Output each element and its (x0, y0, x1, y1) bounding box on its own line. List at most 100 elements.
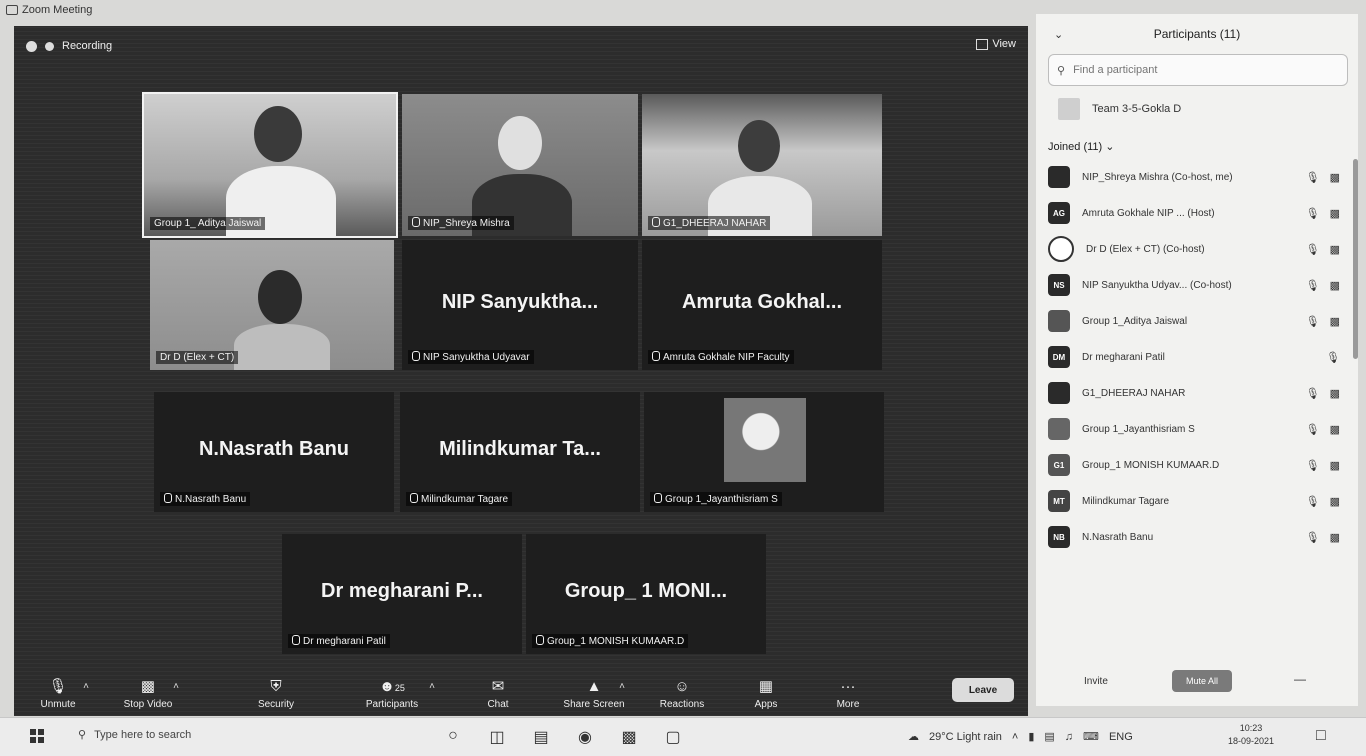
participant-search-input[interactable] (1071, 63, 1296, 77)
video-off-icon: ▩ (1329, 532, 1340, 544)
video-camera-icon: ▩ (140, 678, 156, 695)
avatar-tile[interactable]: Group_ 1 MONI... Group_1 MONISH KUMAAR.D (526, 534, 766, 654)
view-label: View (992, 38, 1016, 50)
participant-name: Dr megharani Patil (1082, 351, 1165, 363)
chevron-up-icon[interactable]: ˄ (83, 681, 89, 692)
mute-all-button[interactable]: Mute All (1172, 670, 1232, 692)
invite-button[interactable]: Invite (1084, 676, 1108, 687)
unmute-button[interactable]: 🎙 ˄ Unmute (23, 679, 93, 711)
list-item[interactable]: NIP_Shreya Mishra (Co-host, me) 🎙 ▩ (1036, 159, 1358, 195)
list-item[interactable]: Group 1_Aditya Jaiswal 🎙 ▩ (1036, 303, 1358, 339)
reactions-button[interactable]: ☺ Reactions (647, 679, 717, 711)
chevron-up-icon[interactable]: ˄ (1012, 731, 1018, 743)
avatar: NS (1048, 274, 1070, 296)
more-button[interactable]: ··· More (813, 678, 883, 711)
participants-panel: ⌄ Participants (11) ⚲ Team 3-5-Gokla D J… (1036, 14, 1358, 706)
meeting-toolbar: 🎙 ˄ Unmute ▩ ˄ Stop Video ⛨ Security ☻25… (14, 668, 1028, 716)
avatar-tile[interactable]: Amruta Gokhal... Amruta Gokhale NIP Facu… (642, 240, 882, 370)
leave-button[interactable]: Leave (952, 678, 1014, 702)
mic-muted-icon (652, 351, 660, 361)
notification-icon[interactable]: □ (1316, 727, 1326, 745)
list-item[interactable]: Group 1_Jayanthisriam S 🎙 ▩ (1036, 411, 1358, 447)
mic-icon: 🎙 (1305, 244, 1320, 256)
app-icon[interactable]: ▢ (662, 727, 684, 747)
avatar-tile[interactable]: Milindkumar Ta... Milindkumar Tagare (400, 392, 640, 512)
security-button[interactable]: ⛨ Security (241, 679, 311, 711)
list-item[interactable]: DM Dr megharani Patil 🎙 (1036, 339, 1358, 375)
participant-search[interactable]: ⚲ (1048, 54, 1348, 86)
list-item[interactable]: NB N.Nasrath Banu 🎙 ▩ (1036, 519, 1358, 555)
chevron-up-icon[interactable]: ˄ (173, 681, 179, 692)
taskbar-apps: ○ ◫ ▤ ◉ ▩ ▢ (442, 727, 684, 747)
participant-name: Group_1 MONISH KUMAAR.D (1082, 459, 1220, 471)
taskbar-search[interactable]: ⚲ Type here to search (78, 728, 191, 742)
video-tile[interactable]: G1_DHEERAJ NAHAR (642, 94, 882, 236)
person-head (498, 116, 542, 170)
battery-icon[interactable]: ▮ (1028, 730, 1034, 743)
avatar-tile[interactable]: N.Nasrath Banu N.Nasrath Banu (154, 392, 394, 512)
windows-start-icon[interactable] (30, 729, 44, 743)
video-tile[interactable]: NIP_Shreya Mishra (402, 94, 638, 236)
avatar-tile[interactable]: Dr megharani P... Dr megharani Patil (282, 534, 522, 654)
participant-list: NIP_Shreya Mishra (Co-host, me) 🎙 ▩ AG Am… (1036, 159, 1358, 605)
more-icon: ··· (840, 678, 856, 695)
zoom-app-icon[interactable]: ▩ (618, 727, 640, 747)
network-icon[interactable]: ▤ (1044, 730, 1054, 743)
participant-label: Group_1 MONISH KUMAAR.D (532, 634, 689, 648)
window-title-text: Zoom Meeting (22, 4, 93, 16)
person-head (258, 270, 302, 324)
recording-indicator[interactable]: Recording (26, 40, 112, 52)
chevron-up-icon[interactable]: ˄ (619, 681, 625, 692)
list-item[interactable]: MT Milindkumar Tagare 🎙 ▩ (1036, 483, 1358, 519)
weather-text[interactable]: 29°C Light rain (929, 731, 1002, 743)
avatar-tile[interactable]: Group 1_Jayanthisriam S (644, 392, 884, 512)
video-off-icon: ▩ (1329, 244, 1340, 256)
participant-name-large: N.Nasrath Banu (198, 438, 350, 461)
record-icon (45, 41, 54, 51)
task-view-icon[interactable]: ◫ (486, 727, 508, 747)
view-button[interactable]: View (976, 38, 1016, 50)
participant-name: NIP_Shreya Mishra (Co-host, me) (1082, 171, 1233, 183)
search-icon: ⚲ (78, 729, 87, 741)
volume-icon[interactable]: ♫ (1065, 731, 1073, 743)
list-item[interactable]: AG Amruta Gokhale NIP ... (Host) 🎙 ▩ (1036, 195, 1358, 231)
breakout-team[interactable]: Team 3-5-Gokla D (1058, 98, 1358, 120)
clock-time: 10:23 (1239, 723, 1263, 733)
cortana-icon[interactable]: ○ (442, 727, 464, 747)
stop-video-label: Stop Video (123, 699, 173, 710)
participant-name: NIP Sanyuktha Udyav... (Co-host) (1082, 279, 1232, 291)
mic-muted-icon (412, 217, 420, 227)
more-options-icon[interactable]: — (1294, 672, 1306, 686)
chat-button[interactable]: ✉ Chat (463, 679, 533, 711)
share-screen-button[interactable]: ▲ ˄ Share Screen (559, 679, 629, 711)
list-item[interactable]: NS NIP Sanyuktha Udyav... (Co-host) 🎙 ▩ (1036, 267, 1358, 303)
participant-name: Dr D (Elex + CT) (Co-host) (1086, 243, 1205, 255)
file-explorer-icon[interactable]: ▤ (530, 727, 552, 747)
stop-video-button[interactable]: ▩ ˄ Stop Video (113, 678, 183, 711)
participants-button[interactable]: ☻25 ˄ Participants (357, 679, 435, 711)
participant-name-large: Group_ 1 MONI... (564, 580, 728, 603)
participant-label: NIP_Shreya Mishra (408, 216, 514, 230)
taskbar-clock[interactable]: 10:23 18-09-2021 (1228, 722, 1274, 748)
list-item[interactable]: G1 Group_1 MONISH KUMAAR.D 🎙 ▩ (1036, 447, 1358, 483)
avatar-tile[interactable]: NIP Sanyuktha... NIP Sanyuktha Udyavar (402, 240, 638, 370)
apps-button[interactable]: ▦ Apps (731, 679, 801, 711)
scrollbar[interactable] (1353, 159, 1358, 359)
participant-name-large: Milindkumar Ta... (439, 438, 601, 461)
participant-name: Amruta Gokhale NIP ... (Host) (1082, 207, 1215, 219)
participants-count: 25 (394, 683, 405, 693)
joined-section-header[interactable]: Joined (11) ⌄ (1048, 140, 1358, 153)
panel-footer: Invite Mute All — (1036, 670, 1358, 696)
panel-header: ⌄ Participants (11) (1036, 14, 1358, 54)
list-item[interactable]: Dr D (Elex + CT) (Co-host) 🎙 ▩ (1036, 231, 1358, 267)
video-tile[interactable]: Dr D (Elex + CT) (150, 240, 394, 370)
participant-name: Group 1_Aditya Jaiswal (1082, 315, 1188, 327)
keyboard-icon[interactable]: ⌨ (1083, 730, 1099, 743)
video-tile[interactable]: Group 1_ Aditya Jaiswal (142, 92, 398, 238)
chrome-icon[interactable]: ◉ (574, 727, 596, 747)
chevron-up-icon[interactable]: ˄ (429, 681, 435, 692)
participant-name-large: Amruta Gokhal... (681, 291, 843, 314)
language-indicator[interactable]: ENG (1109, 731, 1133, 743)
list-item[interactable]: G1_DHEERAJ NAHAR 🎙 ▩ (1036, 375, 1358, 411)
team-icon (1058, 98, 1080, 120)
